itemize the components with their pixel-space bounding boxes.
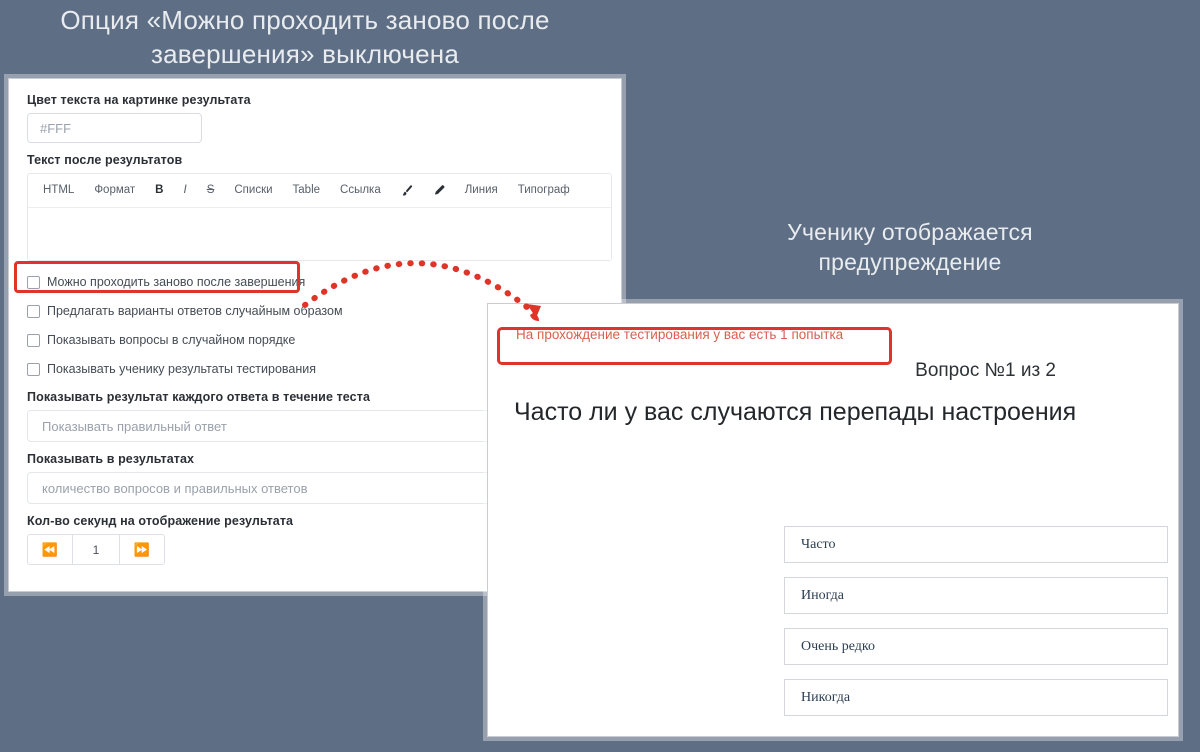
student-preview-panel: На прохождение тестирования у вас есть 1… — [487, 303, 1179, 737]
checkbox-show-results-label: Показывать ученику результаты тестирован… — [47, 362, 317, 376]
result-image-text-color-label: Цвет текста на картинке результата — [27, 93, 251, 107]
attempt-warning-message: На прохождение тестирования у вас есть 1… — [516, 327, 844, 342]
question-title: Часто ли у вас случаются перепады настро… — [514, 398, 1077, 427]
checkbox-retake[interactable] — [27, 275, 40, 289]
seconds-stepper-value[interactable]: 1 — [73, 535, 119, 564]
seconds-stepper: ⏪ 1 ⏩ — [27, 534, 165, 565]
editor-link-button[interactable]: Ссылка — [331, 181, 390, 201]
editor-content-area[interactable] — [28, 208, 611, 260]
preview-panel-content: На прохождение тестирования у вас есть 1… — [488, 304, 1178, 736]
fast-forward-icon[interactable]: ⏩ — [119, 535, 164, 564]
result-image-text-color-input[interactable]: #FFF — [27, 113, 202, 143]
editor-italic-button[interactable]: I — [174, 181, 195, 201]
editor-typograph-button[interactable]: Типограф — [509, 181, 579, 201]
answer-option[interactable]: Очень редко — [784, 628, 1168, 665]
editor-html-button[interactable]: HTML — [34, 181, 83, 201]
answer-options-list: Часто Иногда Очень редко Никогда — [784, 526, 1168, 730]
editor-toolbar: HTML Формат B I S Списки Table Ссылка Ли… — [28, 174, 611, 208]
brush-icon[interactable] — [392, 182, 422, 200]
caption-left-annotation: Опция «Можно проходить заново после заве… — [60, 5, 550, 69]
pencil-icon[interactable] — [424, 182, 454, 200]
after-results-text-label: Текст после результатов — [27, 153, 183, 167]
checkbox-retake-label: Можно проходить заново после завершения — [47, 275, 306, 289]
checkbox-shuffle-answers[interactable] — [27, 304, 40, 318]
editor-bold-button[interactable]: B — [146, 181, 172, 201]
editor-line-button[interactable]: Линия — [456, 181, 507, 201]
checkbox-show-results[interactable] — [27, 362, 40, 376]
checkbox-shuffle-questions[interactable] — [27, 333, 40, 347]
rich-text-editor: HTML Формат B I S Списки Table Ссылка Ли… — [27, 173, 612, 261]
checkbox-shuffle-questions-label: Показывать вопросы в случайном порядке — [47, 333, 296, 347]
checkbox-shuffle-answers-label: Предлагать варианты ответов случайным об… — [47, 304, 343, 318]
editor-table-button[interactable]: Table — [284, 181, 330, 201]
question-counter: Вопрос №1 из 2 — [915, 360, 1056, 382]
editor-strikethrough-button[interactable]: S — [198, 181, 224, 201]
rewind-icon[interactable]: ⏪ — [28, 535, 73, 564]
editor-lists-button[interactable]: Списки — [225, 181, 281, 201]
caption-right-annotation: Ученику отображается предупреждение — [787, 219, 1033, 275]
editor-format-button[interactable]: Формат — [85, 181, 144, 201]
answer-option[interactable]: Часто — [784, 526, 1168, 563]
answer-option[interactable]: Иногда — [784, 577, 1168, 614]
checkbox-row-retake[interactable]: Можно проходить заново после завершения — [27, 274, 603, 290]
answer-option[interactable]: Никогда — [784, 679, 1168, 716]
